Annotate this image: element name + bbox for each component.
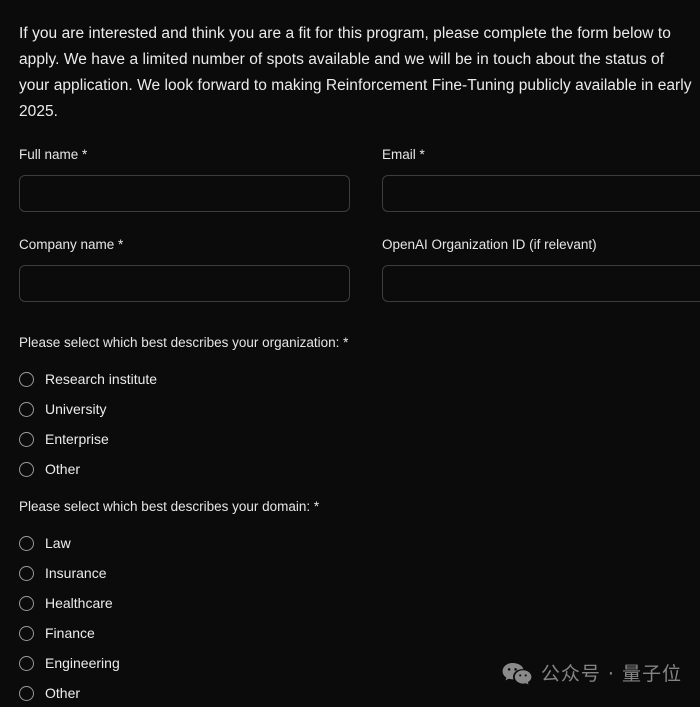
form-row-1: Full name * Email * xyxy=(0,147,700,237)
radio-option-law[interactable]: Law xyxy=(19,528,319,558)
watermark: 公众号 · 量子位 xyxy=(502,662,682,687)
radio-circle-icon[interactable] xyxy=(19,595,34,611)
radio-circle-icon[interactable] xyxy=(19,655,34,671)
radio-option-label: Research institute xyxy=(45,371,158,387)
question-organization-title: Please select which best describes your … xyxy=(19,335,349,350)
field-email: Email * xyxy=(382,147,700,212)
radio-circle-icon[interactable] xyxy=(19,565,34,581)
wechat-icon xyxy=(502,663,532,685)
email-input[interactable] xyxy=(382,175,700,212)
field-company-name: Company name * xyxy=(19,237,350,302)
radio-circle-icon[interactable] xyxy=(19,431,34,447)
radio-option-research-institute[interactable]: Research institute xyxy=(19,364,348,394)
email-label: Email * xyxy=(382,147,425,162)
radio-option-university[interactable]: University xyxy=(19,394,348,424)
radio-option-label: Other xyxy=(45,461,81,477)
radio-option-label: Engineering xyxy=(45,655,120,671)
radio-option-label: Finance xyxy=(45,625,95,641)
full-name-label: Full name * xyxy=(19,147,88,162)
question-domain: Please select which best describes your … xyxy=(19,499,319,707)
radio-option-other-organization[interactable]: Other xyxy=(19,454,348,484)
full-name-input[interactable] xyxy=(19,175,350,212)
radio-circle-icon[interactable] xyxy=(19,625,34,641)
watermark-text: 公众号 · 量子位 xyxy=(540,663,682,685)
radio-circle-icon[interactable] xyxy=(19,685,34,701)
radio-option-other-domain[interactable]: Other xyxy=(19,678,319,707)
radio-option-enterprise[interactable]: Enterprise xyxy=(19,424,348,454)
question-domain-title: Please select which best describes your … xyxy=(19,499,320,514)
radio-option-label: University xyxy=(45,401,107,417)
radio-circle-icon[interactable] xyxy=(19,371,34,387)
application-form-page: If you are interested and think you are … xyxy=(0,0,700,707)
field-full-name: Full name * xyxy=(19,147,350,212)
openai-org-id-label: OpenAI Organization ID (if relevant) xyxy=(382,237,597,252)
field-openai-org-id: OpenAI Organization ID (if relevant) xyxy=(382,237,700,302)
radio-option-label: Enterprise xyxy=(45,431,109,447)
radio-option-insurance[interactable]: Insurance xyxy=(19,558,319,588)
radio-circle-icon[interactable] xyxy=(19,461,34,477)
question-organization: Please select which best describes your … xyxy=(19,335,348,484)
radio-option-label: Law xyxy=(45,535,71,551)
intro-paragraph: If you are interested and think you are … xyxy=(19,24,692,120)
form-row-2: Company name * OpenAI Organization ID (i… xyxy=(0,237,700,327)
radio-circle-icon[interactable] xyxy=(19,401,34,417)
radio-option-label: Insurance xyxy=(45,565,107,581)
radio-circle-icon[interactable] xyxy=(19,535,34,551)
radio-option-healthcare[interactable]: Healthcare xyxy=(19,588,319,618)
radio-option-finance[interactable]: Finance xyxy=(19,618,319,648)
company-name-label: Company name * xyxy=(19,237,124,252)
company-name-input[interactable] xyxy=(19,265,350,302)
application-form: Full name * Email * Company name * OpenA… xyxy=(0,147,700,327)
radio-option-engineering[interactable]: Engineering xyxy=(19,648,319,678)
radio-option-label: Other xyxy=(45,685,81,701)
radio-option-label: Healthcare xyxy=(45,595,113,611)
openai-org-id-input[interactable] xyxy=(382,265,700,302)
